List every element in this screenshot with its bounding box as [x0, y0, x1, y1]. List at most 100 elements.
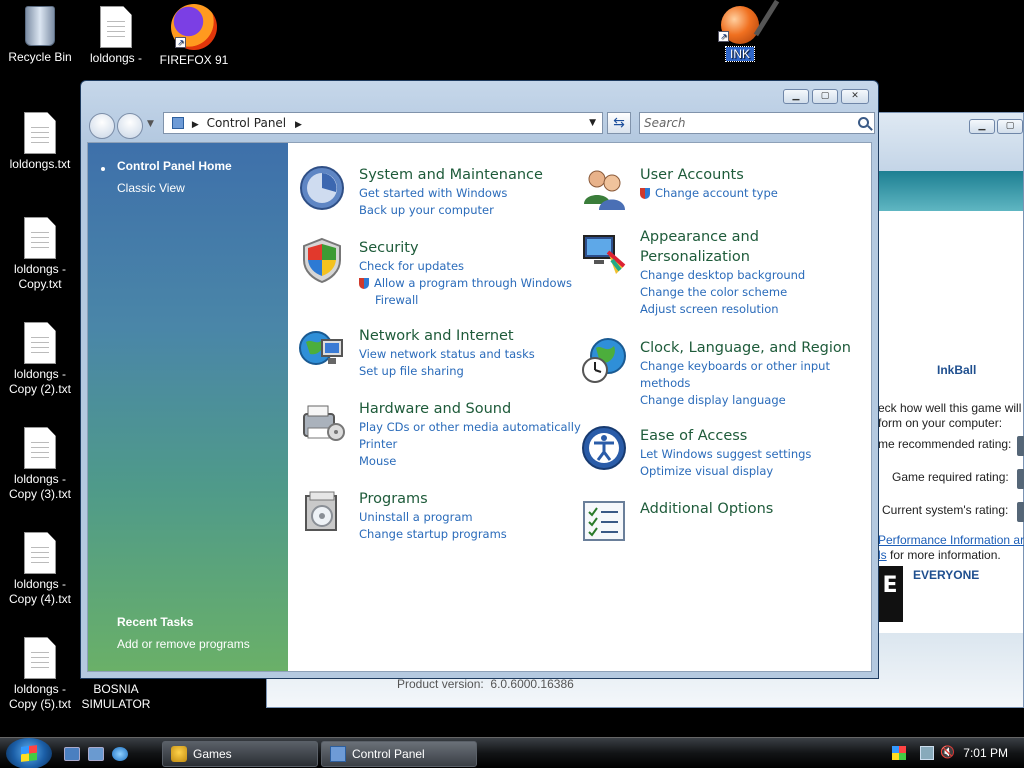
category-link[interactable]: Allow a program through Windows [359, 275, 572, 292]
taskbar-button-label: Games [193, 747, 232, 761]
volume-muted-icon[interactable]: 🔇 [940, 745, 955, 759]
back-button[interactable] [89, 113, 115, 139]
category-hardware-sound: Hardware and Sound Play CDs or other med… [359, 399, 581, 470]
search-box[interactable]: Search [639, 112, 875, 134]
category-link[interactable]: Change keyboards or other input [640, 358, 851, 375]
desktop-icon-recycle-bin[interactable]: Recycle Bin [0, 6, 80, 65]
chevron-down-icon[interactable]: ▼ [147, 119, 154, 129]
category-link[interactable]: Printer [359, 436, 581, 453]
category-link[interactable]: Check for updates [359, 258, 572, 275]
category-programs: Programs Uninstall a program Change star… [359, 489, 507, 543]
category-title[interactable]: Security [359, 238, 572, 258]
taskbar-button-games[interactable]: Games [162, 741, 318, 767]
refresh-button[interactable]: ⇆ [607, 112, 631, 134]
performance-info-link[interactable]: Performance Information ar [878, 533, 1024, 547]
taskbar-button-control-panel[interactable]: Control Panel [321, 741, 477, 767]
category-link[interactable]: Mouse [359, 453, 581, 470]
breadcrumb-arrow-icon[interactable]: ▶ [295, 120, 302, 130]
category-link[interactable]: Optimize visual display [640, 463, 811, 480]
category-user-accounts: User Accounts Change account type [640, 165, 778, 202]
category-link[interactable]: Play CDs or other media automatically [359, 419, 581, 436]
text-file-icon [100, 6, 132, 48]
category-title[interactable]: Programs [359, 489, 507, 509]
desktop-icon-text-file[interactable]: loldongs - Copy (4).txt [0, 532, 80, 607]
category-title[interactable]: System and Maintenance [359, 165, 543, 185]
desktop-icon-inkball[interactable]: ↗ INK [700, 6, 780, 62]
category-link[interactable]: Let Windows suggest settings [640, 446, 811, 463]
search-icon[interactable] [858, 117, 869, 128]
desktop-icon-text-file[interactable]: loldongs - Copy.txt [0, 217, 80, 292]
breadcrumb-control-panel[interactable]: Control Panel [207, 116, 287, 130]
category-link[interactable]: Back up your computer [359, 202, 543, 219]
text-file-icon [24, 112, 56, 154]
user-accounts-icon[interactable] [580, 164, 628, 212]
maximize-button[interactable]: ▢ [812, 89, 838, 104]
address-dropdown-icon[interactable]: ▼ [589, 113, 596, 133]
desktop-icon-text-file[interactable]: loldongs - Copy (5).txt [0, 637, 80, 712]
category-link[interactable]: Change startup programs [359, 526, 507, 543]
start-button[interactable] [6, 738, 52, 768]
category-link[interactable]: Adjust screen resolution [640, 301, 805, 318]
current-rating-bar [1017, 502, 1024, 522]
category-link[interactable]: Change the color scheme [640, 284, 805, 301]
performance-check-text: eck how well this game will [878, 401, 1022, 415]
network-internet-icon[interactable] [298, 326, 346, 374]
category-title[interactable]: Appearance and [640, 227, 805, 247]
category-title[interactable]: Additional Options [640, 499, 773, 519]
category-link-continued[interactable]: Firewall [359, 292, 572, 309]
switch-windows-icon[interactable] [88, 747, 104, 761]
category-link-continued[interactable]: methods [640, 375, 851, 392]
sidebar-recent-task[interactable]: Add or remove programs [117, 637, 250, 651]
desktop-icon-bosnia-simulator[interactable]: BOSNIA SIMULATOR [76, 682, 156, 712]
desktop-icon-text-file[interactable]: loldongs.txt [0, 112, 80, 172]
show-desktop-icon[interactable] [64, 747, 80, 761]
appearance-personalization-icon[interactable] [580, 230, 628, 278]
clock-language-region-icon[interactable] [580, 336, 628, 384]
desktop-icon-label-selected[interactable]: INK [724, 46, 756, 62]
maximize-button[interactable]: ▢ [997, 119, 1023, 134]
shortcut-arrow-icon: ↗ [175, 37, 186, 48]
control-panel-icon [172, 117, 184, 129]
category-title[interactable]: Clock, Language, and Region [640, 338, 851, 358]
network-icon[interactable] [920, 746, 934, 760]
clock[interactable]: 7:01 PM [963, 746, 1008, 760]
ease-of-access-icon[interactable] [580, 424, 628, 472]
category-title[interactable]: Hardware and Sound [359, 399, 581, 419]
search-input[interactable]: Search [644, 116, 686, 130]
category-link[interactable]: Change account type [640, 185, 778, 202]
desktop-icon-firefox[interactable]: ↗ FIREFOX 91 [154, 4, 234, 68]
desktop-icon-label: Recycle Bin [8, 50, 72, 64]
category-link[interactable]: Change desktop background [640, 267, 805, 284]
forward-button[interactable] [117, 113, 143, 139]
text-file-icon [24, 637, 56, 679]
category-link[interactable]: Get started with Windows [359, 185, 543, 202]
category-title-continued[interactable]: Personalization [640, 247, 805, 267]
category-title[interactable]: User Accounts [640, 165, 778, 185]
minimize-button[interactable]: ▁ [783, 89, 809, 104]
category-title[interactable]: Network and Internet [359, 326, 535, 346]
desktop-icon-text-file[interactable]: loldongs - Copy (6).txt [76, 6, 156, 68]
minimize-button[interactable]: ▁ [969, 119, 995, 134]
desktop-icon-text-file[interactable]: loldongs - Copy (3).txt [0, 427, 80, 502]
close-button[interactable]: ✕ [841, 89, 869, 104]
sidebar-item-classic-view[interactable]: Classic View [117, 181, 185, 195]
desktop-icon-label: loldongs - Copy (5).txt [8, 682, 71, 711]
additional-options-icon[interactable] [580, 498, 628, 546]
category-title[interactable]: Ease of Access [640, 426, 811, 446]
hardware-sound-icon[interactable] [298, 398, 346, 446]
address-bar[interactable]: ▶ Control Panel ▶ ▼ [163, 112, 603, 134]
category-network-internet: Network and Internet View network status… [359, 326, 535, 380]
category-link[interactable]: Uninstall a program [359, 509, 507, 526]
security-shield-icon[interactable] [298, 236, 346, 284]
category-link[interactable]: Change display language [640, 392, 851, 409]
windows-update-icon[interactable] [892, 746, 906, 760]
category-link[interactable]: View network status and tasks [359, 346, 535, 363]
internet-explorer-icon[interactable] [112, 747, 128, 761]
recommended-rating-label: me recommended rating: [878, 437, 1012, 451]
text-file-icon [24, 427, 56, 469]
desktop-icon-text-file[interactable]: loldongs - Copy (2).txt [0, 322, 80, 397]
system-maintenance-icon[interactable] [298, 164, 346, 212]
programs-icon[interactable] [298, 488, 346, 536]
sidebar-item-home[interactable]: Control Panel Home [117, 159, 232, 173]
category-link[interactable]: Set up file sharing [359, 363, 535, 380]
